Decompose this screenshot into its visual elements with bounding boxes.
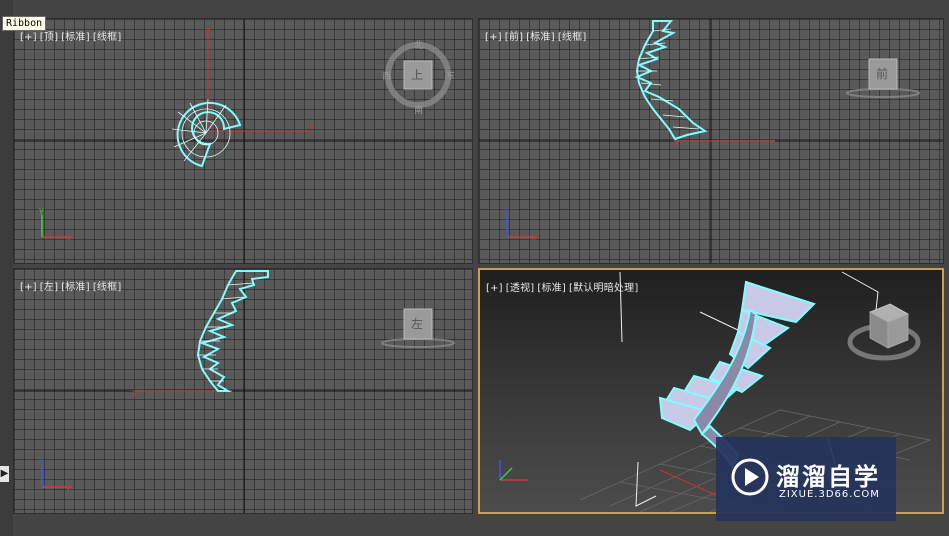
viewport-plus-menu[interactable]: [+] <box>485 32 502 43</box>
viewport-mode-menu[interactable]: [线框] <box>93 282 122 293</box>
watermark-subtitle: ZIXUE.3D66.COM <box>779 489 880 500</box>
gizmo-x-label: x <box>66 233 71 242</box>
gizmo-y-label: y <box>66 483 71 492</box>
viewport-mode-menu[interactable]: [线框] <box>558 32 587 43</box>
compass-west: 西 <box>382 71 391 82</box>
viewcube-front[interactable]: 前 <box>846 58 920 98</box>
left-gutter <box>0 0 13 536</box>
viewport-left[interactable]: y z y 左 [+] [左] [标准] [线框] <box>13 268 473 514</box>
viewport-mode-menu[interactable]: [线框] <box>93 32 122 43</box>
gizmo-x-label: x <box>531 233 536 242</box>
viewport-plus-menu[interactable]: [+] <box>20 32 37 43</box>
viewport-view-menu[interactable]: [透视] <box>506 283 535 294</box>
expand-panel-arrow-icon[interactable]: ▶ <box>0 466 9 482</box>
compass-south: 南 <box>414 104 423 116</box>
viewcube-face-top: 上 <box>411 68 423 82</box>
viewport-label-perspective[interactable]: [+] [透视] [标准] [默认明暗处理] <box>486 279 641 294</box>
viewport-view-menu[interactable]: [顶] <box>40 32 58 43</box>
viewport-shading-menu[interactable]: [标准] <box>61 282 90 293</box>
viewport-plus-menu[interactable]: [+] <box>20 282 37 293</box>
spiral-stair-top-shape[interactable] <box>171 98 242 168</box>
viewport-shading-menu[interactable]: [标准] <box>526 32 555 43</box>
gizmo-y-label: y <box>39 206 44 215</box>
viewport-label-left[interactable]: [+] [左] [标准] [线框] <box>20 278 124 293</box>
front-view-canvas: y z x 前 <box>479 19 943 263</box>
viewport-mode-menu[interactable]: [默认明暗处理] <box>569 283 638 294</box>
spiral-stair-left-shape[interactable] <box>196 270 269 392</box>
pivot-y-label: y <box>132 388 138 398</box>
viewcube-face-left: 左 <box>411 316 423 331</box>
gizmo-y-axis <box>499 467 513 481</box>
viewport-plus-menu[interactable]: [+] <box>486 283 503 294</box>
watermark-title: 溜溜自学 <box>776 463 880 491</box>
viewport-shading-menu[interactable]: [标准] <box>537 283 566 294</box>
viewcube-compass[interactable]: 上 北 南 东 西 <box>382 40 455 116</box>
compass-north: 北 <box>414 40 423 51</box>
viewport-label-front[interactable]: [+] [前] [标准] [线框] <box>485 28 589 43</box>
compass-east: 东 <box>446 70 455 82</box>
pivot-y-label: y <box>205 27 211 37</box>
pivot-x-label: x <box>309 122 315 132</box>
spiral-stair-front-shape[interactable] <box>634 20 708 141</box>
viewport-view-menu[interactable]: [左] <box>40 282 58 293</box>
viewcube-perspective[interactable] <box>847 303 921 361</box>
watermark-badge: 溜溜自学 ZIXUE.3D66.COM <box>716 437 896 521</box>
viewport-front[interactable]: y z x 前 [+] [前] [标准] [线框] <box>478 18 944 264</box>
play-logo-icon <box>731 458 769 496</box>
gizmo-z-label: z <box>504 206 508 215</box>
ribbon-tooltip: Ribbon <box>2 16 47 31</box>
viewport-shading-menu[interactable]: [标准] <box>61 32 90 43</box>
top-view-canvas: y x y x 上 北 南 东 西 <box>14 19 472 263</box>
viewcube-face-front: 前 <box>876 66 888 81</box>
viewport-top[interactable]: y x y x 上 北 南 东 西 [+] [顶] [标准] [线框] <box>13 18 473 264</box>
viewcube-left[interactable]: 左 <box>381 308 455 348</box>
left-view-canvas: y z y 左 <box>14 269 472 513</box>
viewport-view-menu[interactable]: [前] <box>505 32 523 43</box>
gizmo-z-label: z <box>39 456 43 465</box>
